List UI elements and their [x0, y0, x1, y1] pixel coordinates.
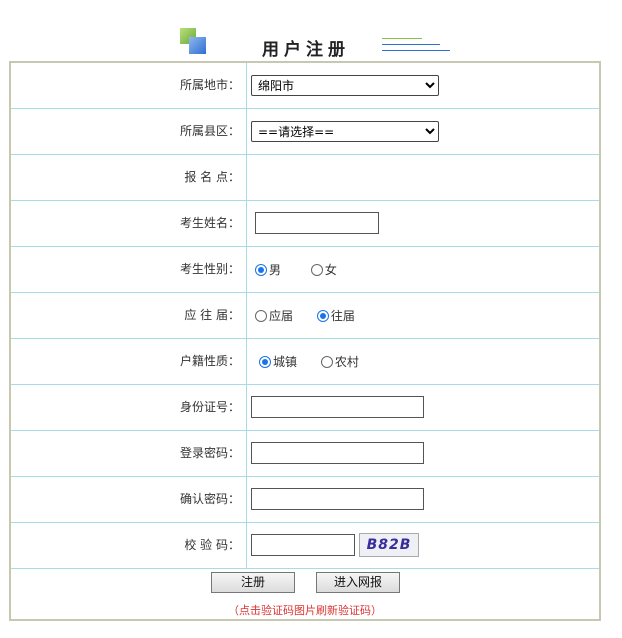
idcard-label: 身份证号： [11, 385, 247, 430]
hukou-rural-radio[interactable]: 农村 [320, 353, 359, 370]
captcha-row: 校 验 码： B82B [11, 523, 599, 569]
site-value [247, 155, 599, 200]
name-row: 考生姓名： [11, 201, 599, 247]
enter-registration-button[interactable]: 进入网报 [316, 572, 400, 593]
decorative-line [382, 50, 450, 51]
confirm-row: 确认密码： [11, 477, 599, 523]
site-row: 报 名 点： [11, 155, 599, 201]
captcha-label: 校 验 码： [11, 523, 247, 568]
county-row: 所属县区： ==请选择== [11, 109, 599, 155]
name-label: 考生姓名： [11, 201, 247, 246]
hukou-urban-radio[interactable]: 城镇 [259, 353, 297, 370]
hukou-row: 户籍性质： 城镇 农村 [11, 339, 599, 385]
logo-icon [180, 28, 208, 56]
confirm-password-input[interactable] [251, 488, 424, 510]
county-select[interactable]: ==请选择== [251, 121, 439, 142]
gender-male-radio[interactable]: 男 [255, 261, 281, 278]
page-header: 用户注册 [0, 0, 622, 60]
captcha-refresh-hint: （点击验证码图片刷新验证码） [228, 604, 382, 617]
city-select[interactable]: 绵阳市 [251, 75, 439, 96]
radio-unselected-icon [255, 309, 267, 322]
confirm-label: 确认密码： [11, 477, 247, 522]
decorative-line [382, 44, 440, 45]
county-label: 所属县区： [11, 109, 247, 154]
idcard-row: 身份证号： [11, 385, 599, 431]
captcha-image[interactable]: B82B [359, 533, 419, 557]
idcard-input[interactable] [251, 396, 424, 418]
site-label: 报 名 点： [11, 155, 247, 200]
registration-form: 所属地市： 绵阳市 所属县区： ==请选择== 报 名 点： 考生姓名： 考生性… [9, 61, 601, 621]
radio-selected-icon [255, 263, 267, 276]
gender-label: 考生性别： [11, 247, 247, 292]
grad-current-radio[interactable]: 应届 [255, 307, 293, 324]
button-row: 注册 进入网报 （点击验证码图片刷新验证码） [11, 569, 599, 619]
city-label: 所属地市： [11, 63, 247, 108]
name-input[interactable] [255, 212, 379, 234]
captcha-input[interactable] [251, 534, 355, 556]
radio-selected-icon [259, 355, 271, 368]
password-input[interactable] [251, 442, 424, 464]
radio-unselected-icon [320, 355, 333, 368]
password-row: 登录密码： [11, 431, 599, 477]
grad-label: 应 往 届： [11, 293, 247, 338]
grad-previous-radio[interactable]: 往届 [316, 307, 355, 324]
radio-unselected-icon [310, 263, 323, 276]
decorative-line [382, 38, 422, 39]
register-button[interactable]: 注册 [211, 572, 295, 593]
city-row: 所属地市： 绵阳市 [11, 63, 599, 109]
gender-female-radio[interactable]: 女 [310, 261, 337, 278]
radio-selected-icon [316, 309, 329, 322]
page-title: 用户注册 [262, 40, 350, 60]
password-label: 登录密码： [11, 431, 247, 476]
gender-row: 考生性别： 男 女 [11, 247, 599, 293]
grad-row: 应 往 届： 应届 往届 [11, 293, 599, 339]
hukou-label: 户籍性质： [11, 339, 247, 384]
